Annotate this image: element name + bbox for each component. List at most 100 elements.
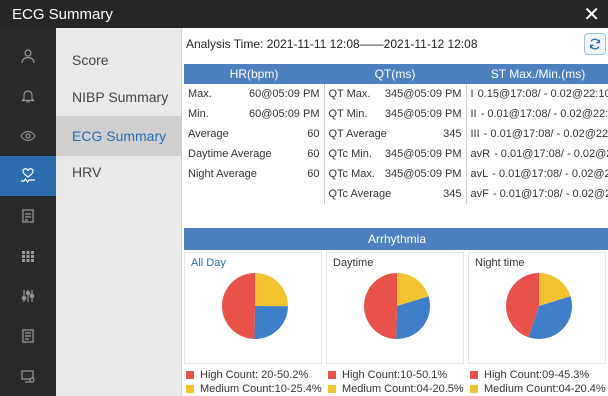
table-cell: QT Average 345 (324, 124, 467, 144)
legend-item: High Count: 20-50.2% (186, 368, 322, 382)
table-cell: Night Average 60 (184, 164, 325, 184)
table-row: Average 60 QT Average 345 III - 0.01@17:08/ -… (184, 124, 608, 144)
calendar-icon (22, 209, 34, 223)
rail-item-adjust[interactable] (0, 276, 56, 316)
pie-panel: All Day (184, 252, 322, 364)
nav-item-ecg-summary[interactable]: ECG Summary (56, 116, 182, 156)
pie-panel: Daytime (326, 252, 464, 364)
table-cell: III- 0.01@17:08/ - 0.02@22:10 (466, 124, 608, 144)
ecg-icon (21, 168, 35, 184)
table-cell: II - 0.01@17:08/ - 0.02@22:10 (466, 104, 608, 124)
cell-label: QTc Average (328, 188, 392, 200)
analysis-time-label: Analysis Time: (186, 37, 264, 51)
nav-item-hrv[interactable]: HRV (56, 152, 182, 192)
rail-item-settings[interactable] (0, 356, 56, 396)
cell-value: - 0.01@17:08/ - 0.02@22:10 (483, 128, 608, 140)
cell-label: I (470, 88, 474, 100)
cell-label: avF (470, 188, 489, 200)
rail-item-view[interactable] (0, 116, 56, 156)
rail-item-grid[interactable] (0, 236, 56, 276)
cell-label: III (470, 128, 480, 140)
cell-value: - 0.01@17:08/ - 0.02@22:10 (480, 108, 608, 120)
document-icon (22, 329, 34, 343)
legend-swatch-high (186, 371, 194, 379)
pie-legend: High Count:10-50.1% Medium Count:04-20.5%… (328, 368, 464, 396)
pie-legend: High Count:09-45.3% Medium Count:04-20.4%… (470, 368, 606, 396)
rail-item-calendar[interactable] (0, 196, 56, 236)
pie-legend: High Count: 20-50.2% Medium Count:10-25.4… (186, 368, 322, 396)
analysis-time-range: 2021-11-11 12:08——2021-11-12 12:08 (266, 37, 478, 51)
cell-label: II (470, 108, 477, 120)
cell-value: 60 (307, 168, 320, 180)
nav-item-label: ECG Summary (72, 128, 167, 144)
cell-label: QT Max. (328, 88, 371, 100)
legend-item: Medium Count:10-25.4% (186, 382, 322, 396)
header-qt: QT(ms) (324, 64, 466, 84)
legend-swatch-medium (470, 385, 478, 393)
pie-slice-high (364, 273, 397, 339)
icon-rail (0, 28, 56, 396)
table-cell: QTc Max. 345@05:09 PM (324, 164, 467, 184)
pie-panel: Night time (468, 252, 606, 364)
arrhythmia-header: Arrhythmia (184, 228, 608, 250)
legend-label: High Count:09-45.3% (484, 369, 590, 381)
nav-item-label: Score (72, 52, 109, 68)
cell-label: avL (470, 168, 489, 180)
table-cell: avF- 0.01@17:08/ - 0.02@22:10 (466, 184, 608, 204)
table-cell: QT Min. 345@05:09 PM (324, 104, 467, 124)
analysis-time: Analysis Time: 2021-11-11 12:08——2021-11… (186, 37, 478, 51)
cell-label: Night Average (188, 168, 257, 180)
table-header-row: HR(bpm) QT(ms) ST Max./Min.(ms) (184, 64, 608, 84)
pie-panel-label: All Day (191, 257, 226, 269)
table-cell: Average 60 (184, 124, 325, 144)
window-title: ECG Summary (12, 6, 113, 23)
grid-icon (22, 251, 34, 262)
cell-value: 345@05:09 PM (384, 168, 462, 180)
refresh-button[interactable] (584, 33, 606, 55)
table-row: Max. 60@05:09 PM QT Max. 345@05:09 PM I 0.15@… (184, 84, 608, 104)
pie-slice-medium (255, 273, 288, 307)
cell-value: 0.15@17:08/ - 0.02@22:10 (477, 88, 608, 100)
cell-label: avR (470, 148, 491, 160)
monitor-settings-icon (21, 370, 35, 383)
user-icon (21, 49, 35, 64)
table-row: Daytime Average 60 QTc Min. 345@05:09 PM avR… (184, 144, 608, 164)
cell-value: 60@05:09 PM (249, 108, 320, 120)
legend-item: Medium Count:04-20.5% (328, 382, 464, 396)
cell-value: 60@05:09 PM (249, 88, 320, 100)
header-hr: HR(bpm) (184, 64, 324, 84)
table-cell: Max. 60@05:09 PM (184, 84, 325, 104)
rail-item-user[interactable] (0, 36, 56, 76)
nav-item-label: HRV (72, 164, 102, 180)
table-cell: QTc Average 345 (324, 184, 467, 204)
legend-swatch-high (328, 371, 336, 379)
legend-swatch-medium (328, 385, 336, 393)
pie-slice-low (254, 306, 288, 339)
table-cell: Daytime Average 60 (184, 144, 325, 164)
rail-item-ecg[interactable] (0, 156, 56, 196)
pie-panel-label: Daytime (333, 257, 374, 269)
legend-label: Medium Count:04-20.4% (484, 383, 606, 395)
ecg-summary-panel: Analysis Time: 2021-11-11 12:08——2021-11… (182, 28, 608, 396)
table-cell: avL- 0.01@17:08/ - 0.02@22:10 (466, 164, 608, 184)
pie-chart (222, 273, 288, 339)
cell-value: 345@05:09 PM (384, 148, 462, 160)
bell-icon (21, 90, 35, 103)
close-icon[interactable]: ✕ (583, 2, 600, 27)
table-cell: Min. 60@05:09 PM (184, 104, 325, 124)
pie-slice-high (222, 273, 255, 339)
cell-value: 345@05:09 PM (384, 108, 462, 120)
rail-item-report[interactable] (0, 316, 56, 356)
rail-item-alarm[interactable] (0, 76, 56, 116)
table-cell: I 0.15@17:08/ - 0.02@22:10 (466, 84, 608, 104)
legend-label: Medium Count:04-20.5% (342, 383, 464, 395)
cell-label: QT Min. (328, 108, 368, 120)
cell-value: - 0.01@17:08/ - 0.02@22:10 (492, 188, 608, 200)
nav-item-score[interactable]: Score (56, 40, 182, 80)
table-cell: QTc Min. 345@05:09 PM (324, 144, 467, 164)
legend-item: High Count:09-45.3% (470, 368, 606, 382)
table-cell (184, 184, 325, 204)
legend-item: High Count:10-50.1% (328, 368, 464, 382)
legend-swatch-medium (186, 385, 194, 393)
nav-item-nibp-summary[interactable]: NIBP Summary (56, 77, 182, 117)
